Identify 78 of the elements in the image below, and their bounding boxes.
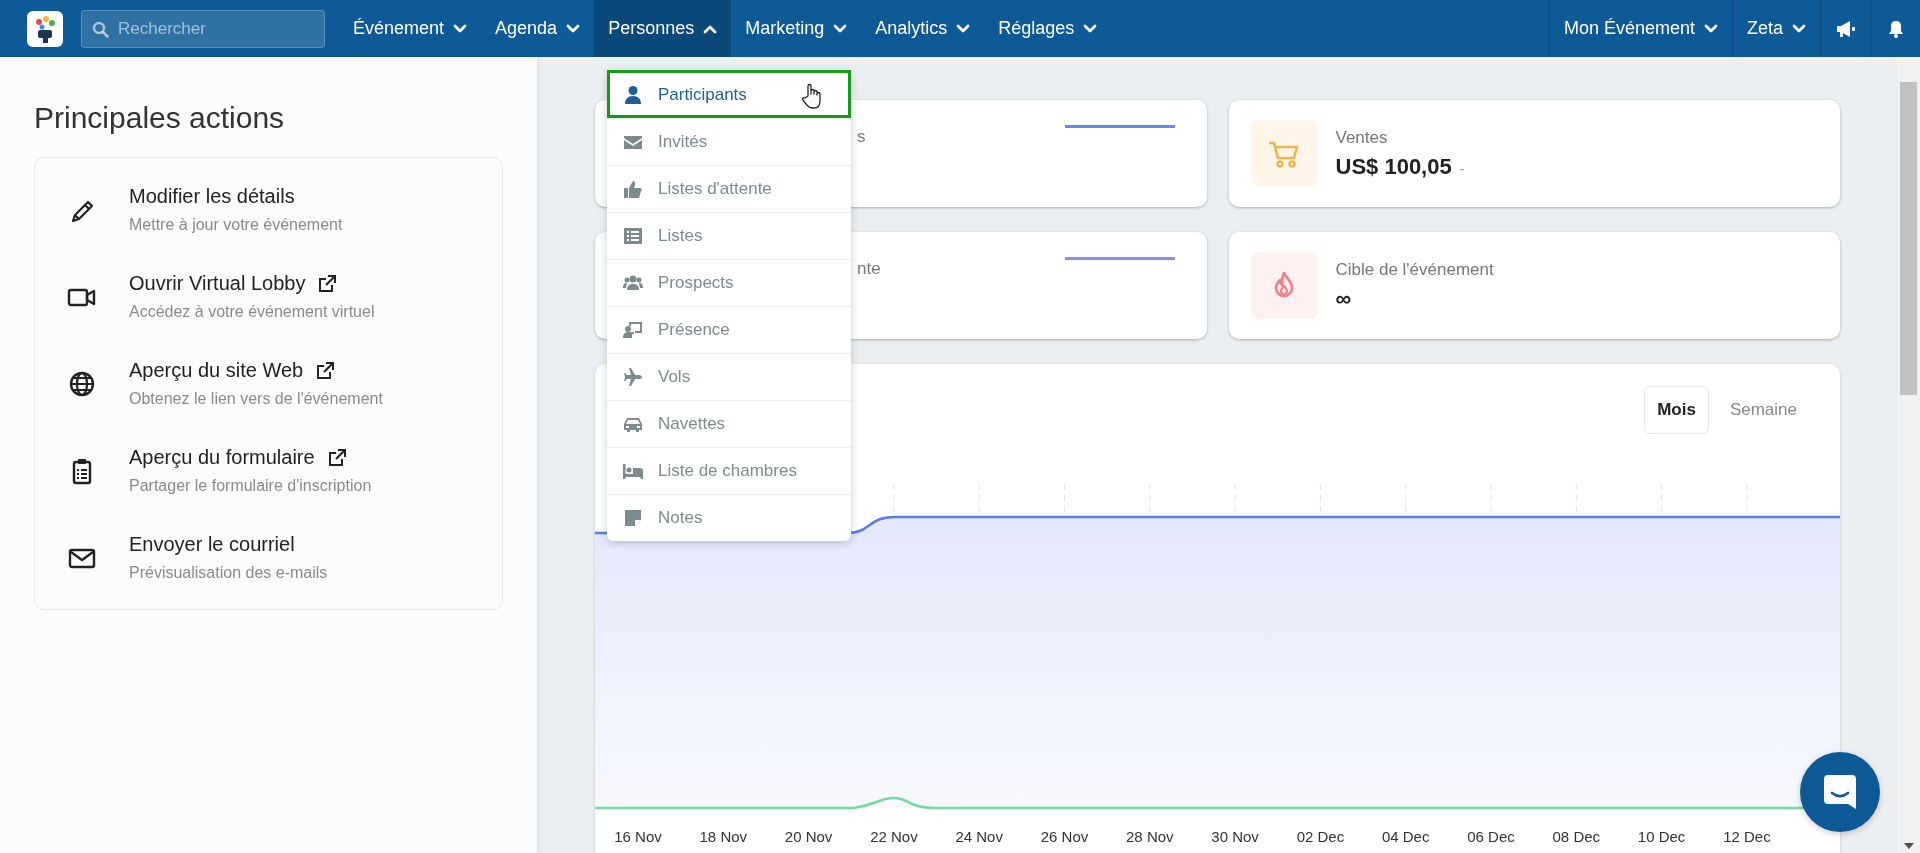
action-link[interactable]: Ouvrir Virtual Lobby — [129, 272, 306, 295]
chat-bubble-icon — [1822, 773, 1858, 811]
stat-label: Cible de l'événement — [1335, 259, 1494, 280]
nav-menu[interactable]: Agenda — [481, 0, 595, 57]
stat-label: Ventes — [1335, 127, 1389, 148]
action-link[interactable]: Aperçu du site Web — [129, 359, 304, 382]
action-link[interactable]: Aperçu du formulaire — [129, 446, 315, 469]
chevron-icon — [1703, 23, 1718, 34]
airplane-icon — [623, 367, 643, 387]
menu-item[interactable]: Prospects — [607, 259, 851, 306]
axis-label: 28 Nov — [1126, 828, 1174, 845]
scroll-down-arrow[interactable] — [1903, 843, 1914, 849]
chevron-icon — [703, 23, 718, 34]
menu-item[interactable]: Navettes — [607, 400, 851, 447]
action-description: Partager le formulaire d'inscription — [129, 477, 372, 495]
stat-value: ∞ — [1335, 285, 1352, 312]
user-menu[interactable]: Zeta — [1731, 0, 1820, 57]
menu-item[interactable]: Présence — [607, 306, 851, 353]
flame-icon — [1250, 252, 1318, 319]
person-icon — [623, 84, 643, 105]
menu-item[interactable]: Participants — [607, 70, 851, 118]
hand-cursor-icon — [801, 83, 823, 109]
period-tab[interactable]: Mois — [1644, 386, 1709, 434]
menu-item[interactable]: Liste de chambres — [607, 447, 851, 494]
search-icon — [92, 20, 109, 38]
axis-label: 10 Dec — [1637, 828, 1686, 845]
axis-label: 02 Dec — [1296, 828, 1345, 845]
action-description: Obtenez le lien vers de l'événement — [129, 390, 383, 408]
axis-label: 18 Nov — [699, 828, 748, 845]
nav-menu[interactable]: Analytics — [861, 0, 985, 57]
axis-label: 12 Dec — [1723, 828, 1771, 845]
axis-label: 20 Nov — [784, 828, 833, 845]
thumbs-up-icon — [623, 179, 643, 199]
chat-button[interactable] — [1800, 752, 1880, 832]
event-menu[interactable]: Mon Événement — [1548, 0, 1732, 57]
axis-label: 04 Dec — [1381, 828, 1430, 845]
action-description: Prévisualisation des e-mails — [129, 564, 328, 582]
section-title: Principales actions — [34, 101, 286, 135]
logo-icon[interactable] — [27, 10, 63, 47]
action-link[interactable]: Modifier les détails — [129, 185, 295, 208]
nav-menu[interactable]: Marketing — [731, 0, 862, 57]
axis-label: 16 Nov — [614, 828, 662, 845]
menu-item[interactable]: Listes d'attente — [607, 165, 851, 212]
axis-label: 06 Dec — [1467, 828, 1515, 845]
menu-item[interactable]: Invités — [607, 118, 851, 165]
stat-change: - — [1459, 160, 1465, 177]
axis-label: 22 Nov — [870, 828, 918, 845]
megaphone-icon — [1835, 19, 1856, 38]
action-description: Mettre à jour votre événement — [129, 216, 343, 234]
cart-icon — [1250, 120, 1318, 187]
axis-label: 26 Nov — [1040, 828, 1089, 845]
menu-item[interactable]: Notes — [607, 494, 851, 541]
group-icon — [623, 273, 643, 293]
list-icon — [623, 226, 643, 246]
scrollbar-thumb[interactable] — [1900, 82, 1917, 395]
nav-menu[interactable]: Événement — [339, 0, 482, 57]
nav-menu[interactable]: Réglages — [984, 0, 1112, 57]
menu-item[interactable]: Listes — [607, 212, 851, 259]
bell-icon — [1887, 19, 1904, 38]
action-link[interactable]: Envoyer le courriel — [129, 533, 295, 556]
axis-label: 08 Dec — [1552, 828, 1601, 845]
chevron-icon — [1083, 23, 1098, 34]
chevron-icon — [956, 23, 971, 34]
nav-menu[interactable]: Personnes — [594, 0, 732, 57]
bed-icon — [623, 461, 643, 481]
axis-label: 30 Nov — [1211, 828, 1259, 845]
menu-item[interactable]: Vols — [607, 353, 851, 400]
stat-label: nte — [857, 259, 881, 279]
stat-label: s — [857, 127, 866, 147]
chevron-icon — [566, 23, 581, 34]
action-description: Accédez à votre événement virtuel — [129, 303, 375, 321]
chevron-icon — [453, 23, 468, 34]
chevron-icon — [1792, 23, 1806, 34]
stat-value: US$ 100,05 — [1335, 153, 1452, 180]
note-icon — [623, 508, 643, 528]
axis-label: 24 Nov — [955, 828, 1003, 845]
presentation-icon — [623, 320, 643, 340]
chevron-icon — [833, 23, 848, 34]
